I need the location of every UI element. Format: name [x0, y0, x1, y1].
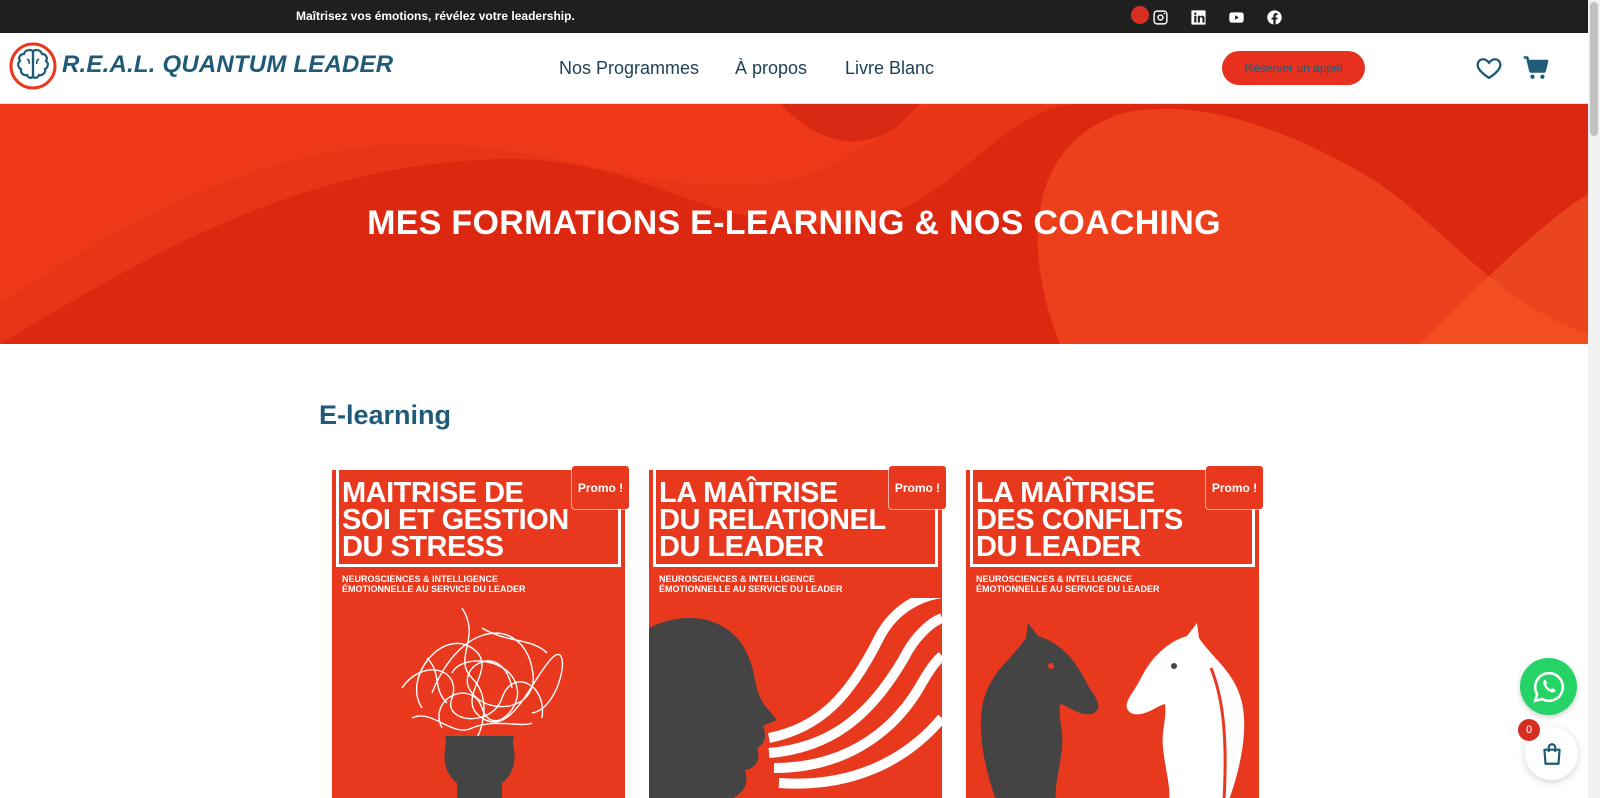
tangled-head-illustration — [401, 607, 564, 798]
page-scrollbar[interactable] — [1588, 0, 1600, 798]
cart-icon[interactable] — [1521, 53, 1551, 83]
brain-logo-icon[interactable] — [8, 41, 58, 91]
speaking-head-illustration — [649, 598, 942, 798]
cover-subtitle: NEUROSCIENCES & INTELLIGENCE ÉMOTIONNELL… — [976, 574, 1160, 594]
linkedin-icon[interactable] — [1188, 7, 1208, 27]
cover-title: LA MAÎTRISE DES CONFLITS DU LEADER — [976, 477, 1183, 563]
instagram-icon[interactable] — [1150, 7, 1170, 27]
chess-knights-illustration — [980, 623, 1245, 798]
nav-item-a-propos[interactable]: À propos — [735, 58, 807, 79]
whatsapp-icon — [1532, 671, 1564, 703]
product-card-relationnel[interactable]: LA MAÎTRISE DU RELATIONEL DU LEADER NEUR… — [649, 470, 942, 798]
cart-count-badge: 0 — [1518, 719, 1540, 741]
cover-subtitle: NEUROSCIENCES & INTELLIGENCE ÉMOTIONNELL… — [659, 574, 843, 594]
promo-badge: Promo ! — [1206, 466, 1263, 509]
promo-badge: Promo ! — [572, 466, 629, 509]
top-bar: Maîtrisez vos émotions, révélez votre le… — [0, 0, 1588, 33]
hero-title: MES FORMATIONS E-LEARNING & NOS COACHING — [367, 204, 1221, 242]
nav-item-livre-blanc[interactable]: Livre Blanc — [845, 58, 934, 79]
brand-name[interactable]: R.E.A.L. QUANTUM LEADER — [62, 51, 393, 79]
site-header: R.E.A.L. QUANTUM LEADER Nos Programmes À… — [0, 33, 1588, 104]
nav-item-programmes[interactable]: Nos Programmes — [559, 58, 699, 79]
section-title-elearning: E-learning — [319, 400, 452, 430]
recording-dot — [1131, 6, 1149, 24]
product-card-stress[interactable]: MAITRISE DE SOI ET GESTION DU STRESS NEU… — [332, 470, 625, 798]
youtube-icon[interactable] — [1226, 7, 1246, 27]
product-card-conflits[interactable]: LA MAÎTRISE DES CONFLITS DU LEADER NEURO… — [966, 470, 1259, 798]
scrollbar-thumb[interactable] — [1590, 2, 1598, 136]
cover-title: MAITRISE DE SOI ET GESTION DU STRESS — [342, 477, 569, 563]
whatsapp-button[interactable] — [1520, 658, 1577, 715]
facebook-icon[interactable] — [1264, 7, 1284, 27]
tagline: Maîtrisez vos émotions, révélez votre le… — [296, 9, 575, 23]
book-call-button[interactable]: Réserver un appel — [1222, 51, 1365, 85]
cover-subtitle: NEUROSCIENCES & INTELLIGENCE ÉMOTIONNELL… — [342, 574, 526, 594]
promo-badge: Promo ! — [889, 466, 946, 509]
heart-icon[interactable] — [1474, 53, 1504, 83]
cover-title: LA MAÎTRISE DU RELATIONEL DU LEADER — [659, 477, 886, 563]
shopping-bag-icon — [1542, 742, 1561, 765]
hero-banner: MES FORMATIONS E-LEARNING & NOS COACHING — [0, 104, 1588, 344]
